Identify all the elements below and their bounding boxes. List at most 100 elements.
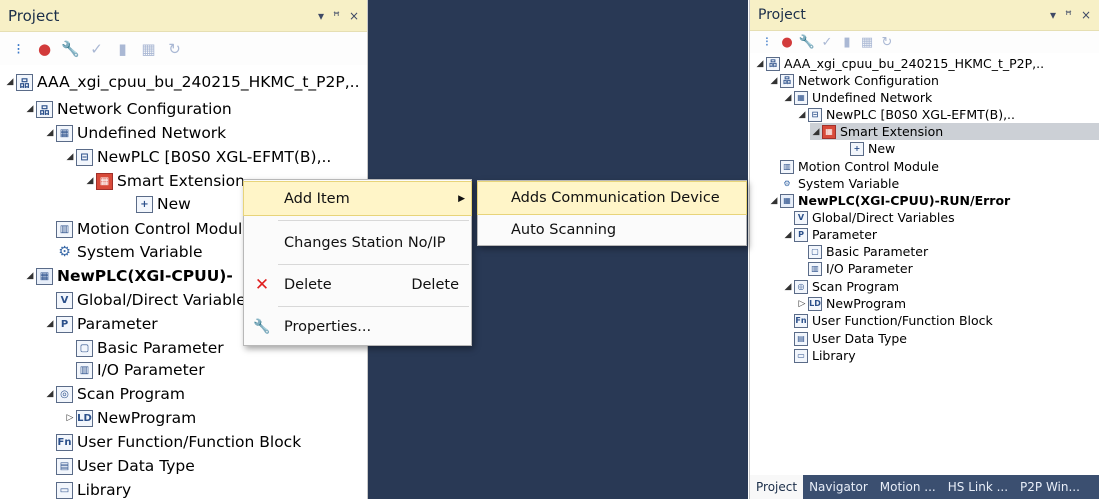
refresh-icon[interactable]: ↻ — [879, 34, 895, 50]
tree-node-io[interactable]: ▥ I/O Parameter — [796, 260, 913, 277]
menu-item-auto-scanning[interactable]: Auto Scanning — [478, 214, 746, 246]
expand-toggle-icon[interactable]: ◢ — [768, 196, 780, 206]
tree-node-param[interactable]: ◢ P Parameter — [44, 313, 158, 335]
tree-node-undef[interactable]: ◢ ▦ Undefined Network — [44, 122, 227, 144]
tree-node-plc[interactable]: ◢ ▦ NewPLC(XGI-CPUU)-RUN/Error — [768, 192, 1011, 209]
error-icon[interactable]: ● — [35, 39, 54, 58]
project-panel-titlebar: Project ▾ ꟸ × — [0, 0, 367, 32]
scan-icon: ◎ — [794, 279, 808, 294]
fault-list-icon[interactable]: ⁝ — [9, 39, 28, 58]
tree-node-basic[interactable]: ▢ Basic Parameter — [796, 243, 928, 260]
menu-item-delete[interactable]: ✕ Delete Delete — [244, 268, 471, 301]
tree-node-motion[interactable]: ▥ Motion Control Module — [768, 158, 939, 175]
tree-node-motion[interactable]: ▥ Motion Control Module — [44, 218, 252, 240]
tree-node-ufb[interactable]: Fn User Function/Function Block — [44, 431, 301, 453]
tree-node-label: Motion Control Module — [798, 159, 939, 174]
tree-node-label: Library — [77, 481, 132, 499]
expand-toggle-icon[interactable]: ▷ — [796, 299, 808, 309]
tree-node-label: Parameter — [77, 315, 158, 333]
menu-item-change-station[interactable]: Changes Station No/IP — [244, 226, 471, 259]
pin-icon[interactable]: ꟸ — [1065, 8, 1072, 22]
refresh-icon[interactable]: ↻ — [165, 39, 184, 58]
menu-item-adds-communication-device[interactable]: Adds Communication Device — [477, 181, 747, 215]
compare-icon[interactable]: ▦ — [139, 39, 158, 58]
tree-node-root[interactable]: ◢ 品 AAA_xgi_cpuu_bu_240215_HKMC_t_P2P,.. — [4, 71, 360, 93]
tree-node-label: Global/Direct Variables — [812, 210, 955, 225]
lock-icon[interactable]: ▮ — [113, 39, 132, 58]
lock-icon[interactable]: ▮ — [839, 34, 855, 50]
pin-icon[interactable]: ꟸ — [333, 9, 340, 23]
tree-node-param[interactable]: ◢ P Parameter — [782, 226, 878, 243]
expand-toggle-icon[interactable]: ◢ — [4, 77, 16, 87]
tree-node-label: NewPLC(XGI-CPUU)- — [57, 267, 233, 285]
motion-icon: ▥ — [56, 220, 73, 238]
menu-item-add-item[interactable]: Add Item ▶ — [243, 181, 472, 216]
expand-toggle-icon[interactable]: ◢ — [782, 93, 794, 103]
tree-node-udt[interactable]: ▤ User Data Type — [44, 455, 195, 477]
tree-node-io[interactable]: ▥ I/O Parameter — [64, 359, 205, 381]
expand-toggle-icon[interactable]: ◢ — [24, 271, 36, 281]
context-menu: Add Item ▶ Changes Station No/IP ✕ Delet… — [243, 179, 472, 346]
expand-toggle-icon[interactable]: ◢ — [64, 152, 76, 162]
tab-p2p[interactable]: P2P Win... — [1014, 475, 1086, 499]
expand-toggle-icon[interactable]: ◢ — [810, 127, 822, 137]
scan-icon: ◎ — [56, 385, 73, 403]
tree-node-label: NewPLC(XGI-CPUU)-RUN/Error — [798, 193, 1011, 208]
close-icon[interactable]: × — [1081, 8, 1091, 22]
tree-node-sysvar[interactable]: ⚙ System Variable — [44, 241, 202, 263]
expand-toggle-icon[interactable]: ▷ — [64, 413, 76, 423]
tree-node-netcfg[interactable]: ◢ 品 Network Configuration — [24, 98, 232, 120]
tree-node-newplc[interactable]: ◢ ⊟ NewPLC [B0S0 XGL-EFMT(B),.. — [796, 106, 1015, 123]
tree-node-global[interactable]: V Global/Direct Variables — [782, 209, 955, 226]
expand-toggle-icon[interactable]: ◢ — [24, 104, 36, 114]
tab-project[interactable]: Project — [750, 475, 804, 499]
tab-hs-link[interactable]: HS Link ... — [942, 475, 1014, 499]
tree-node-new[interactable]: + New — [124, 193, 191, 215]
expand-toggle-icon[interactable]: ◢ — [44, 128, 56, 138]
tree-node-scan[interactable]: ◢ ◎ Scan Program — [782, 278, 900, 295]
expand-toggle-icon[interactable]: ◢ — [44, 319, 56, 329]
tree-node-scan[interactable]: ◢ ◎ Scan Program — [44, 383, 185, 405]
expand-toggle-icon[interactable]: ◢ — [754, 59, 766, 69]
tab-motion[interactable]: Motion ... — [874, 475, 942, 499]
tree-node-basic[interactable]: ▢ Basic Parameter — [64, 337, 224, 359]
tree-node-netcfg[interactable]: ◢ 品 Network Configuration — [768, 72, 939, 89]
tree-node-label: I/O Parameter — [97, 361, 205, 379]
tree-node-sysvar[interactable]: ⚙ System Variable — [768, 175, 899, 192]
delete-shortcut: Delete — [411, 276, 459, 293]
tree-node-root[interactable]: ◢ 品 AAA_xgi_cpuu_bu_240215_HKMC_t_P2P,.. — [754, 55, 1045, 72]
tree-node-smart[interactable]: ◢ ▦ Smart Extension — [84, 170, 245, 192]
expand-toggle-icon[interactable]: ◢ — [84, 176, 96, 186]
tree-node-udt[interactable]: ▤ User Data Type — [782, 330, 907, 347]
tab-navigator[interactable]: Navigator — [803, 475, 874, 499]
wrench-icon[interactable]: 🔧 — [61, 39, 80, 58]
wrench-icon[interactable]: 🔧 — [799, 34, 815, 50]
lib-icon: ▭ — [56, 481, 73, 499]
tree-node-smart[interactable]: ◢ ▦ Smart Extension — [810, 123, 1099, 140]
expand-toggle-icon[interactable]: ◢ — [768, 76, 780, 86]
tree-node-plc[interactable]: ◢ ▦ NewPLC(XGI-CPUU)- — [24, 265, 233, 287]
expand-toggle-icon[interactable]: ◢ — [782, 282, 794, 292]
compare-icon[interactable]: ▦ — [859, 34, 875, 50]
fault-list-icon[interactable]: ⁝ — [759, 34, 775, 50]
error-icon[interactable]: ● — [779, 34, 795, 50]
tree-node-label: NewPLC [B0S0 XGL-EFMT(B),.. — [97, 148, 332, 166]
expand-toggle-icon[interactable]: ◢ — [782, 230, 794, 240]
tree-node-new[interactable]: + New — [838, 140, 895, 157]
expand-toggle-icon[interactable]: ◢ — [44, 389, 56, 399]
check-icon[interactable]: ✓ — [819, 34, 835, 50]
tree-node-undef[interactable]: ◢ ▦ Undefined Network — [782, 89, 933, 106]
check-icon[interactable]: ✓ — [87, 39, 106, 58]
menu-item-properties[interactable]: 🔧 Properties... — [244, 310, 471, 343]
expand-toggle-icon[interactable]: ◢ — [796, 110, 808, 120]
tree-node-global[interactable]: V Global/Direct Variables — [44, 289, 254, 311]
dropdown-icon[interactable]: ▾ — [1050, 8, 1056, 22]
dropdown-icon[interactable]: ▾ — [318, 9, 324, 23]
tree-node-lib[interactable]: ▭ Library — [44, 479, 131, 499]
close-icon[interactable]: × — [349, 9, 359, 23]
tree-node-newprog[interactable]: ▷ LD NewProgram — [796, 295, 906, 312]
tree-node-newplc[interactable]: ◢ ⊟ NewPLC [B0S0 XGL-EFMT(B),.. — [64, 146, 332, 168]
tree-node-newprog[interactable]: ▷ LD NewProgram — [64, 407, 197, 429]
tree-node-ufb[interactable]: Fn User Function/Function Block — [782, 312, 993, 329]
tree-node-lib[interactable]: ▭ Library — [782, 347, 856, 364]
